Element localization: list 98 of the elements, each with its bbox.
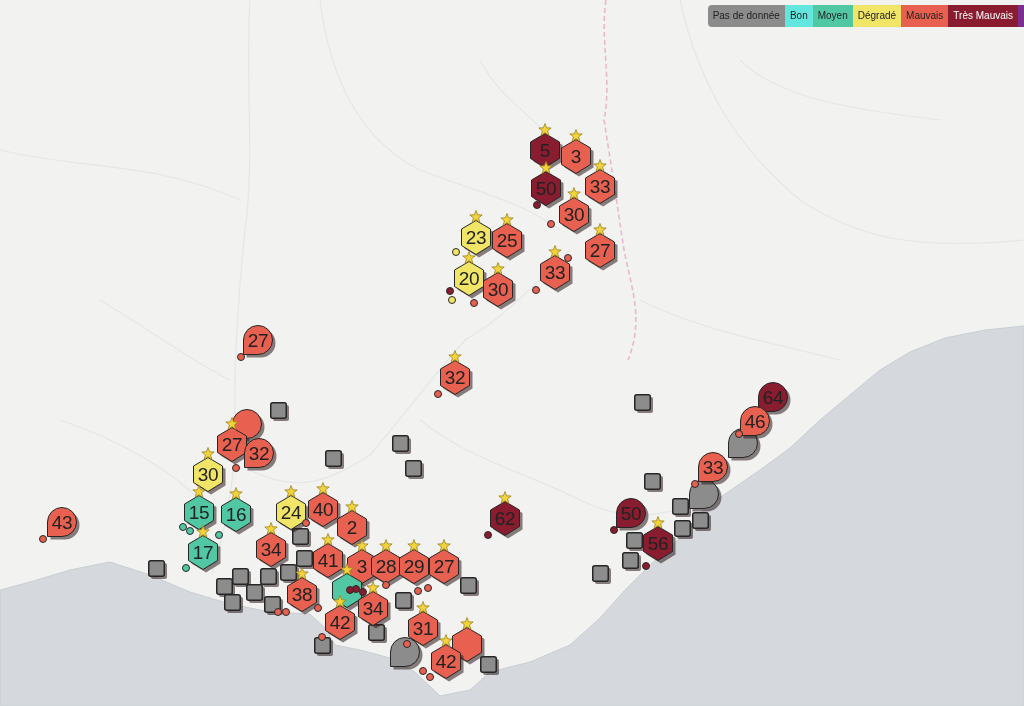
star-icon [333,595,347,608]
star-icon [469,210,483,223]
square-marker[interactable] [644,473,663,492]
legend-item: Dégradé [852,5,902,27]
pin-marker[interactable]: 33 [698,452,731,485]
square-marker[interactable] [674,520,693,539]
square-marker[interactable] [405,460,424,479]
square-marker[interactable] [634,394,653,413]
hexagon-marker[interactable]: 23 [461,220,494,258]
hexagon-marker[interactable]: 32 [440,360,473,398]
hexagon-marker[interactable]: 41 [313,543,346,581]
star-icon [500,213,514,226]
hexagon-marker[interactable]: 42 [431,644,464,682]
legend-item: Pas de donnée [707,5,785,27]
square-marker[interactable] [626,532,645,551]
star-icon [229,487,243,500]
square-marker[interactable] [292,528,311,547]
square-marker[interactable] [246,584,265,603]
hexagon-marker[interactable]: 40 [308,492,341,530]
hexagon-marker[interactable]: 30 [559,197,592,235]
pin-marker[interactable]: 32 [244,438,277,471]
square-marker[interactable] [148,560,167,579]
square-marker[interactable] [480,656,499,675]
hexagon-marker[interactable]: 16 [221,497,254,535]
star-icon [460,617,474,630]
square-marker[interactable] [325,450,344,469]
star-icon [192,485,206,498]
hexagon-marker[interactable]: 31 [408,611,441,649]
square-marker[interactable] [264,596,283,615]
legend-item: Bon [784,5,813,27]
hexagon-marker[interactable]: 30 [193,457,226,495]
square-marker[interactable] [270,402,289,421]
hexagon-marker[interactable]: 29 [399,549,432,587]
star-icon [407,539,421,552]
hexagon-marker[interactable]: 33 [540,255,573,293]
star-icon [264,522,278,535]
hexagon-marker[interactable]: 2 [337,510,370,548]
square-marker[interactable] [314,637,333,656]
star-icon [593,223,607,236]
star-icon [201,447,215,460]
pin-marker[interactable]: 27 [243,325,276,358]
hexagon-marker[interactable]: 33 [585,169,618,207]
square-marker[interactable] [392,435,411,454]
legend-item: Moyen [812,5,853,27]
star-icon [539,161,553,174]
square-marker[interactable] [216,578,235,597]
star-icon [569,129,583,142]
star-icon [379,539,393,552]
square-marker[interactable] [592,565,611,584]
star-icon [593,159,607,172]
square-marker[interactable] [672,498,691,517]
square-marker[interactable] [224,594,243,613]
star-icon [498,491,512,504]
star-icon [316,482,330,495]
star-icon [491,262,505,275]
star-icon [416,601,430,614]
hexagon-marker[interactable]: 20 [454,261,487,299]
star-icon [225,417,239,430]
star-icon [462,251,476,264]
square-marker[interactable] [280,564,299,583]
star-icon [355,539,369,552]
star-icon [651,516,665,529]
star-icon [284,485,298,498]
square-marker[interactable] [260,568,279,587]
star-icon [366,581,380,594]
hexagon-marker[interactable]: 38 [287,577,320,615]
square-marker[interactable] [296,550,315,569]
hexagon-marker[interactable]: 25 [492,223,525,261]
pin-marker[interactable]: 46 [740,406,773,439]
star-icon [295,567,309,580]
legend-item: Très Mauvais [948,5,1018,27]
star-icon [437,539,451,552]
hexagon-marker[interactable]: 27 [429,549,462,587]
square-marker[interactable] [622,552,641,571]
star-icon [538,123,552,136]
hexagon-marker[interactable]: 34 [256,532,289,570]
square-marker[interactable] [232,568,251,587]
star-icon [196,525,210,538]
hexagon-marker[interactable]: 30 [483,272,516,310]
hexagon-marker[interactable]: 17 [188,535,221,573]
hexagon-marker[interactable]: 24 [276,495,309,533]
legend-item: Mauvais [901,5,949,27]
star-icon [340,563,354,576]
square-marker[interactable] [368,624,387,643]
hexagon-marker[interactable]: 27 [585,233,618,271]
star-icon [321,533,335,546]
star-icon [439,634,453,647]
star-icon [567,187,581,200]
square-marker[interactable] [395,592,414,611]
star-icon [448,350,462,363]
star-icon [345,500,359,513]
star-icon [548,245,562,258]
hexagon-marker[interactable]: 3 [561,139,594,177]
square-marker[interactable] [692,512,711,531]
hexagon-marker[interactable]: 34 [358,591,391,629]
hexagon-marker[interactable]: 42 [325,605,358,643]
square-marker[interactable] [460,577,479,596]
pin-marker[interactable]: 43 [47,507,80,540]
